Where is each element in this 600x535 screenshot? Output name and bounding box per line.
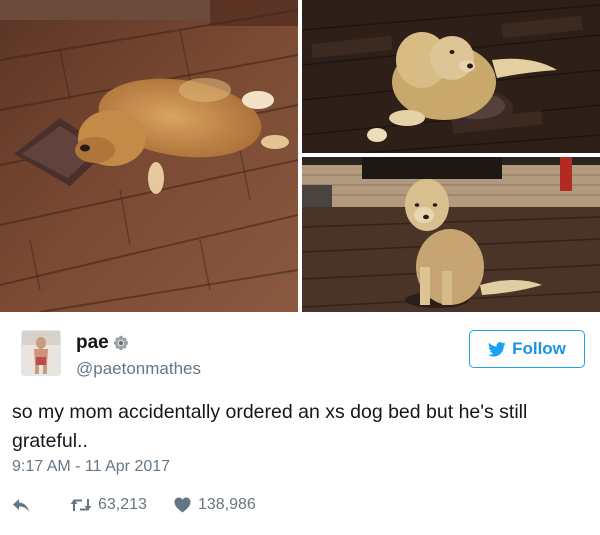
photo-dog-lying-top-right-image bbox=[302, 0, 600, 153]
photo-dog-lying-on-small-bed-image bbox=[0, 0, 298, 312]
heart-icon bbox=[174, 497, 191, 513]
user-handle[interactable]: @paetonmathes bbox=[76, 359, 201, 379]
follow-button[interactable]: Follow bbox=[469, 330, 585, 368]
retweet-icon bbox=[70, 499, 92, 511]
photo-grid bbox=[0, 0, 600, 312]
avatar[interactable] bbox=[21, 330, 61, 376]
photo-dog-lying-on-small-bed[interactable] bbox=[0, 0, 298, 312]
retweet-button[interactable]: 63,213 bbox=[70, 496, 147, 514]
photo-dog-lying-top-right[interactable] bbox=[302, 0, 600, 153]
flower-emoji-icon bbox=[113, 335, 129, 351]
user-name-row: pae bbox=[76, 332, 129, 354]
like-button[interactable]: 138,986 bbox=[174, 496, 256, 514]
photo-dog-sitting-bottom-right-image bbox=[302, 157, 600, 312]
twitter-bird-icon bbox=[488, 341, 506, 356]
reply-button[interactable] bbox=[12, 498, 30, 513]
retweet-count: 63,213 bbox=[98, 496, 147, 513]
reply-icon bbox=[13, 498, 29, 512]
tweet-actions: 63,213 138,986 bbox=[12, 494, 256, 516]
follow-button-label: Follow bbox=[512, 339, 566, 358]
avatar-photo bbox=[22, 331, 60, 375]
tweet-timestamp[interactable]: 9:17 AM - 11 Apr 2017 bbox=[12, 458, 170, 476]
display-name[interactable]: pae bbox=[76, 332, 109, 354]
photo-dog-sitting-bottom-right[interactable] bbox=[302, 157, 600, 312]
tweet-text: so my mom accidentally ordered an xs dog… bbox=[12, 401, 528, 452]
like-count: 138,986 bbox=[197, 496, 256, 513]
